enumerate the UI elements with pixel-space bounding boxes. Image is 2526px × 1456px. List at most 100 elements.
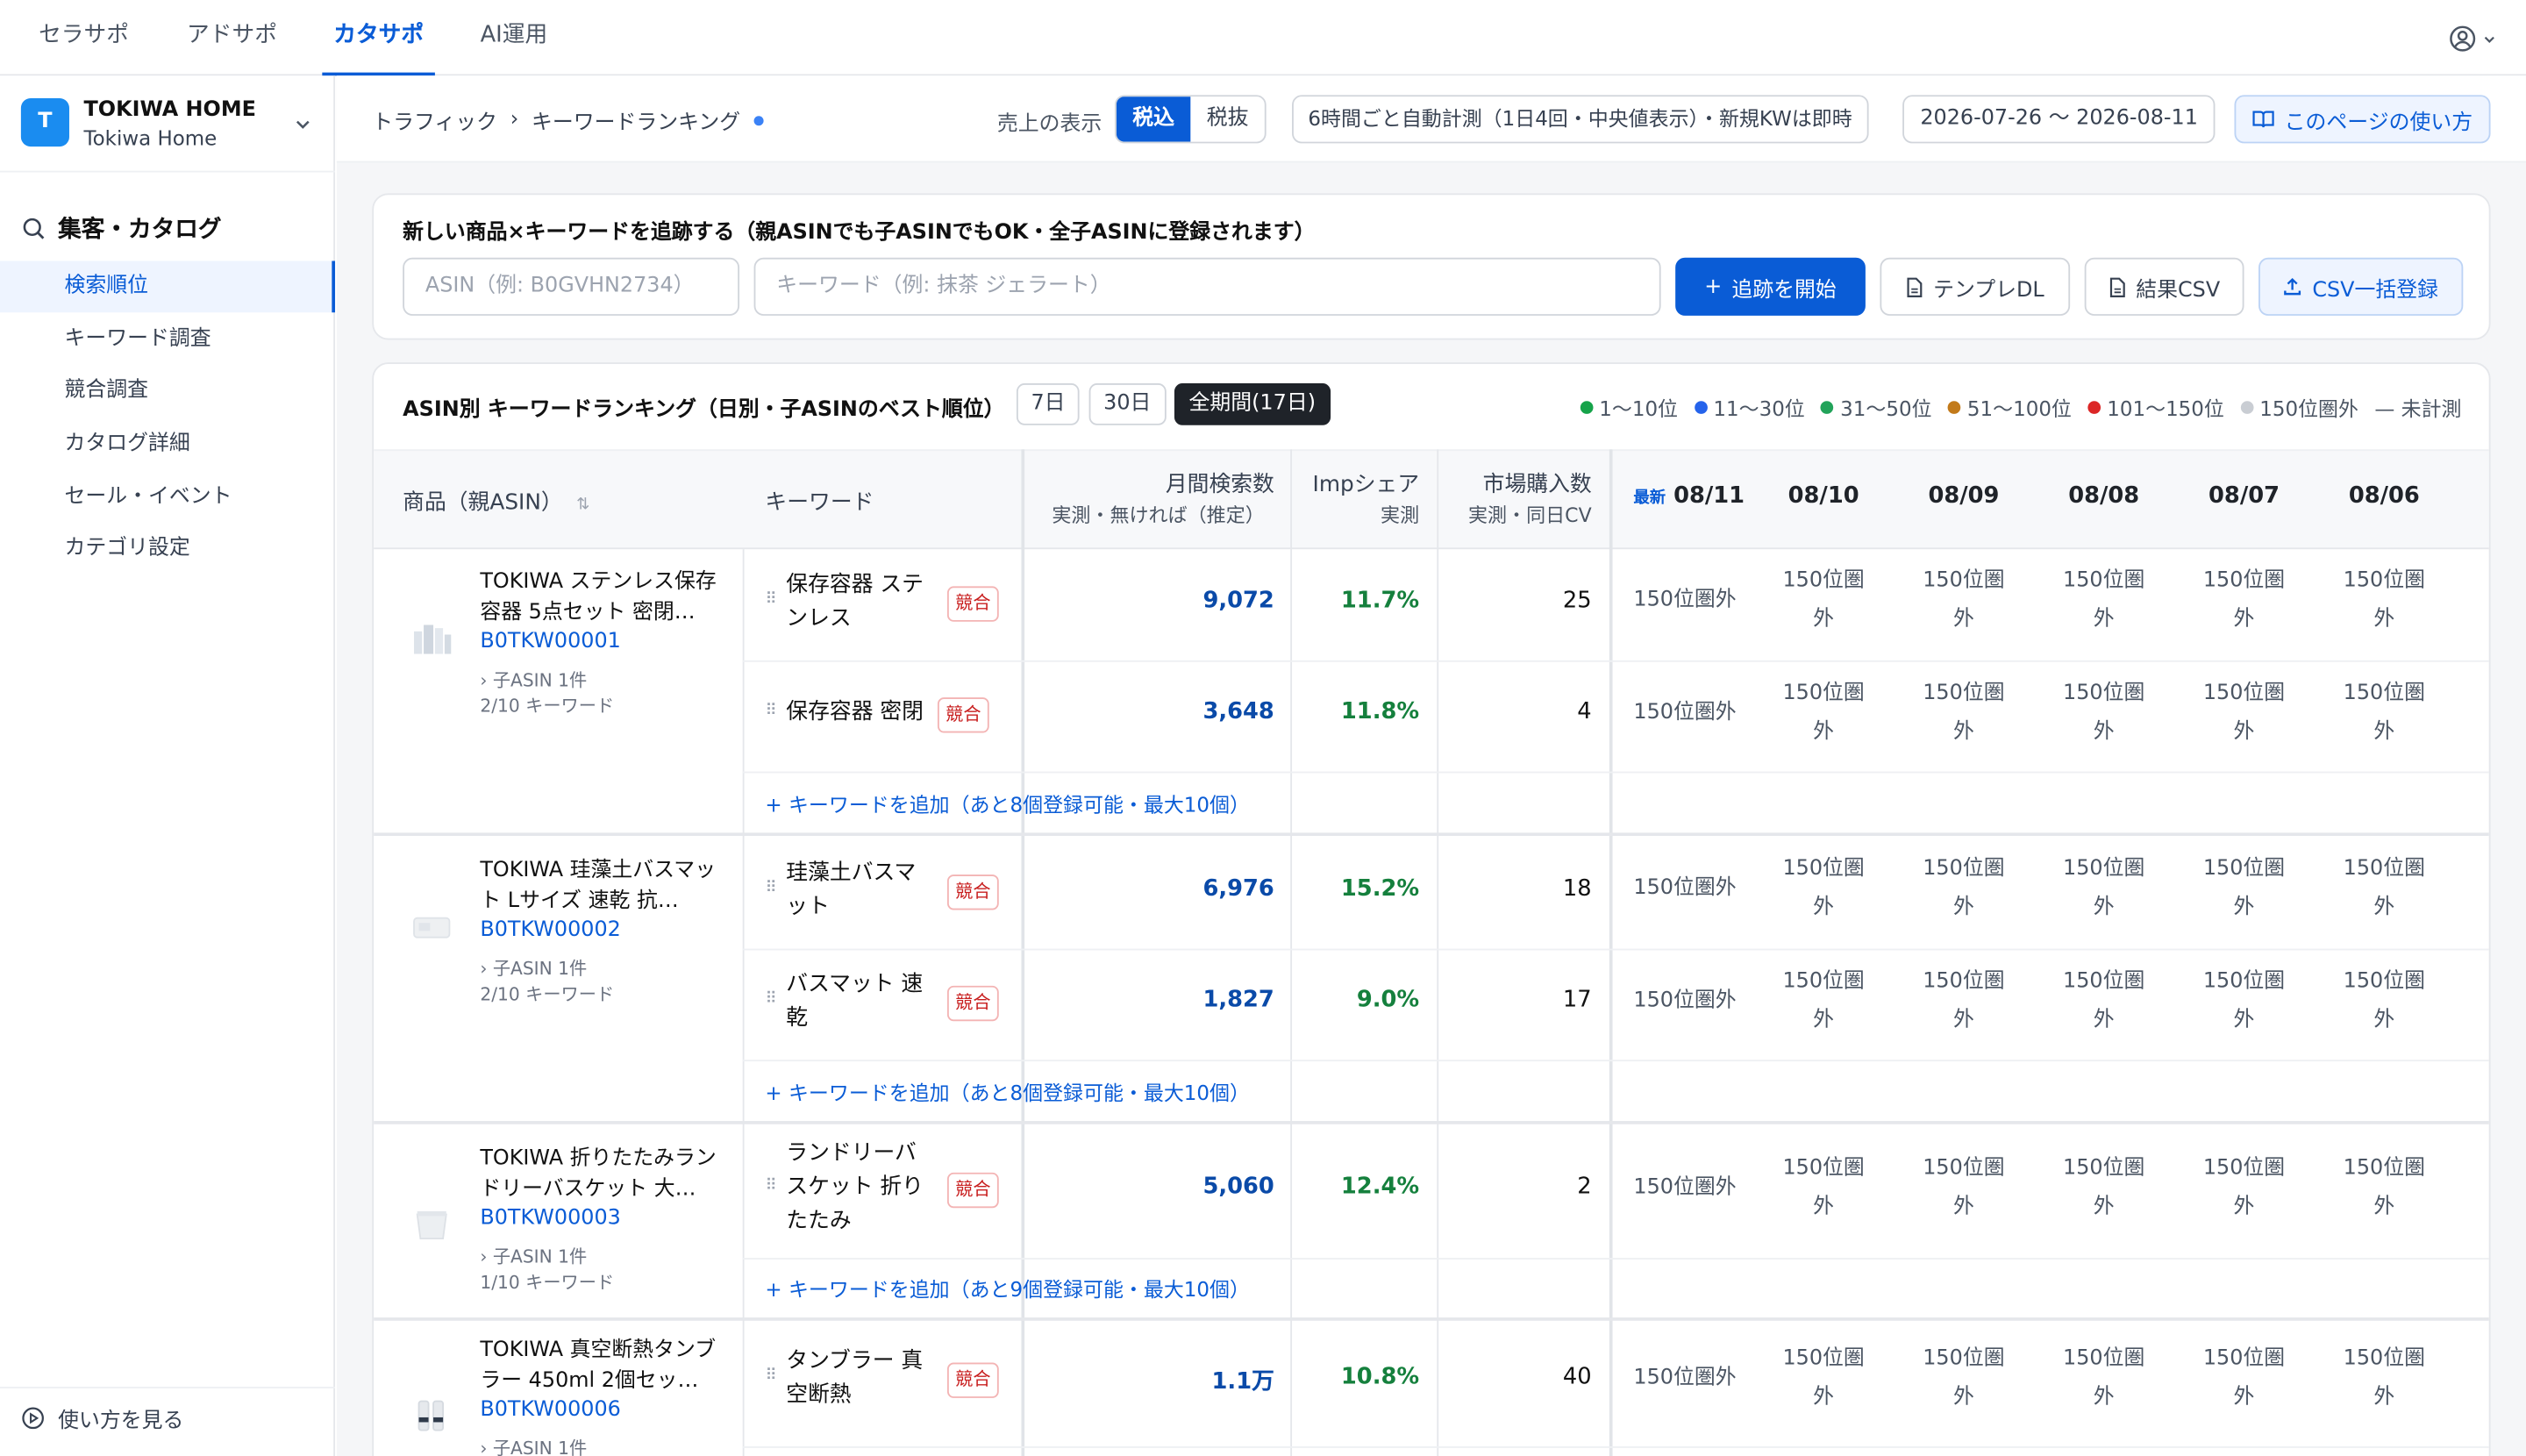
drag-handle-icon[interactable]: ⠿ — [765, 990, 777, 1008]
child-asin-toggle[interactable]: › 子ASIN 1件 — [480, 1435, 587, 1456]
child-asin-toggle[interactable]: › 子ASIN 1件 — [480, 1244, 587, 1269]
competitor-badge: 競合 — [946, 985, 999, 1022]
rank-text: 外 — [2233, 1195, 2255, 1220]
csv-bulk-register-button[interactable]: CSV一括登録 — [2258, 257, 2464, 316]
chevron-down-icon — [2485, 35, 2495, 43]
legend-swatch — [1694, 400, 1708, 414]
product-name: TOKIWA 折りたたみランドリーバスケット 大… — [480, 1146, 717, 1202]
child-asin-toggle[interactable]: › 子ASIN 1件 — [480, 955, 587, 981]
breadcrumb: トラフィック › キーワードランキング — [372, 104, 763, 135]
rank-text: 外 — [2233, 895, 2255, 920]
sidebar-item-catalog[interactable]: カタログ詳細 — [0, 418, 335, 470]
tab-katasapo[interactable]: カタサポ — [322, 0, 435, 76]
period-30d[interactable]: 30日 — [1088, 383, 1166, 425]
auto-measure-note: 6時間ごと自動計測（1日4回・中央値表示）・新規KWは即時 — [1292, 95, 1869, 144]
date-label: 08/11 — [1673, 482, 1745, 510]
rank-text: 150位圏 — [2202, 568, 2286, 593]
rank-text: 150位圏 — [2343, 1346, 2425, 1371]
rank-text: 150位圏 — [1782, 568, 1865, 593]
rank-text: 150位圏 — [1782, 1346, 1865, 1371]
rank-cell: 150位圏外 — [1633, 989, 1737, 1014]
tab-serasapo[interactable]: セラサポ — [23, 0, 146, 75]
rank-cell: 150位圏外 — [2180, 674, 2308, 752]
rank-text: 外 — [1952, 1008, 1974, 1033]
drag-handle-icon[interactable]: ⠿ — [765, 703, 777, 720]
drag-handle-icon[interactable]: ⠿ — [765, 591, 777, 609]
asin-input[interactable]: ASIN（例: B0GVHN2734） — [403, 257, 740, 316]
divider — [742, 948, 2489, 951]
add-tracking-card: 新しい商品×キーワードを追跡する（親ASINでも子ASINでもOK・全子ASIN… — [372, 193, 2491, 340]
child-asin-toggle[interactable]: › 子ASIN 1件 — [480, 667, 587, 692]
product-asin-link[interactable]: B0TKW00001 — [480, 630, 621, 654]
help-link[interactable]: 使い方を見る — [21, 1402, 183, 1433]
imp-share: 15.2% — [1340, 875, 1420, 903]
market-purchases: 17 — [1562, 987, 1592, 1014]
product-asin-link[interactable]: B0TKW00003 — [480, 1206, 621, 1231]
legend-item: 51〜100位 — [1947, 391, 2072, 422]
col-imp-header: Impシェア — [1312, 472, 1420, 498]
rank-text: 150位圏 — [1923, 681, 2005, 706]
col-product-header[interactable]: 商品（親ASIN） ⇅ — [403, 483, 589, 516]
rank-cell: 150位圏外 — [2320, 1340, 2449, 1417]
add-keyword-link[interactable]: + キーワードを追加（あと8個登録可能・最大10個） — [765, 788, 1250, 818]
tab-adsapo[interactable]: アドサポ — [171, 0, 294, 75]
store-switcher[interactable]: T TOKIWA HOME Tokiwa Home — [0, 75, 336, 173]
sidebar-item-sale-event[interactable]: セール・イベント — [0, 472, 335, 524]
rank-cell: 150位圏外 — [1899, 674, 2028, 752]
add-keyword-link[interactable]: + キーワードを追加（あと8個登録可能・最大10個） — [765, 1076, 1250, 1107]
rank-text: 外 — [2233, 719, 2255, 745]
rank-text: 外 — [1952, 895, 1974, 920]
sidebar-item-keyword-research[interactable]: キーワード調査 — [0, 314, 335, 366]
product-asin-link[interactable]: B0TKW00006 — [480, 1398, 621, 1423]
book-icon — [2252, 111, 2274, 128]
template-download-button[interactable]: テンプレDL — [1880, 257, 2071, 316]
sidebar-item-competitor[interactable]: 競合調査 — [0, 366, 335, 418]
tax-in-option[interactable]: 税込 — [1116, 96, 1191, 142]
drag-handle-icon[interactable]: ⠿ — [765, 1367, 777, 1385]
legend-swatch — [1580, 400, 1593, 414]
product-asin-link[interactable]: B0TKW00002 — [480, 918, 621, 943]
rank-text: 150位圏 — [2343, 856, 2425, 881]
add-keyword-link[interactable]: + キーワードを追加（あと9個登録可能・最大10個） — [765, 1273, 1250, 1303]
user-menu[interactable] — [2449, 23, 2497, 55]
drag-handle-icon[interactable]: ⠿ — [765, 880, 777, 897]
divider — [742, 660, 2489, 662]
drag-handle-icon[interactable]: ⠿ — [765, 1177, 777, 1195]
sidebar-item-category[interactable]: カテゴリ設定 — [0, 524, 335, 575]
keyword-text: ランドリーバスケット 折りたたみ — [786, 1140, 924, 1234]
rank-cell: 150位圏外 — [2039, 851, 2168, 928]
main-content: トラフィック › キーワードランキング 売上の表示 税込 税抜 6時間ごと自動計… — [336, 75, 2526, 1456]
col-product-label: 商品（親ASIN） — [403, 489, 563, 516]
keyword-input[interactable]: キーワード（例: 抹茶 ジェラート） — [753, 257, 1661, 316]
search-volume: 5,060 — [1202, 1174, 1274, 1201]
legend-label: 101〜150位 — [2107, 396, 2224, 421]
imp-share: 9.0% — [1356, 987, 1420, 1014]
col-date: 08/07 — [2208, 482, 2280, 510]
search-volume: 9,072 — [1202, 588, 1274, 614]
result-csv-button[interactable]: 結果CSV — [2084, 257, 2244, 316]
date-range-picker[interactable]: 2026-07-26 〜 2026-08-11 — [1902, 95, 2216, 144]
rank-cell: 150位圏外 — [1899, 562, 2028, 639]
period-7d[interactable]: 7日 — [1016, 383, 1081, 425]
keyword-text: 珪藻土バスマット — [786, 860, 917, 920]
divider — [1021, 449, 1025, 1456]
ranking-table-title: ASIN別 キーワードランキング（日別・子ASINのベスト順位） — [403, 397, 1005, 423]
col-volume-sub: 実測・無ければ（推定） — [1052, 503, 1265, 527]
rank-cell: 150位圏外 — [2320, 674, 2449, 752]
keyword-text: 保存容器 ステンレス — [786, 571, 924, 632]
col-date: 08/08 — [2068, 482, 2140, 510]
legend-swatch — [1947, 400, 1961, 414]
start-tracking-button[interactable]: + 追跡を開始 — [1675, 257, 1866, 316]
rank-text: 外 — [1813, 1195, 1835, 1220]
how-to-button[interactable]: このページの使い方 — [2234, 95, 2491, 144]
period-all[interactable]: 全期間(17日) — [1174, 383, 1331, 425]
sidebar-item-search-rank[interactable]: 検索順位 — [0, 261, 336, 313]
tax-out-option[interactable]: 税抜 — [1190, 96, 1265, 141]
market-purchases: 2 — [1577, 1174, 1592, 1201]
tab-ai-ops[interactable]: AI運用 — [464, 0, 564, 75]
table-header — [374, 449, 2489, 550]
legend-label: 11〜30位 — [1713, 396, 1805, 421]
breadcrumb-traffic[interactable]: トラフィック — [372, 104, 497, 136]
play-circle-icon — [22, 1407, 44, 1430]
result-csv-label: 結果CSV — [2136, 277, 2221, 303]
